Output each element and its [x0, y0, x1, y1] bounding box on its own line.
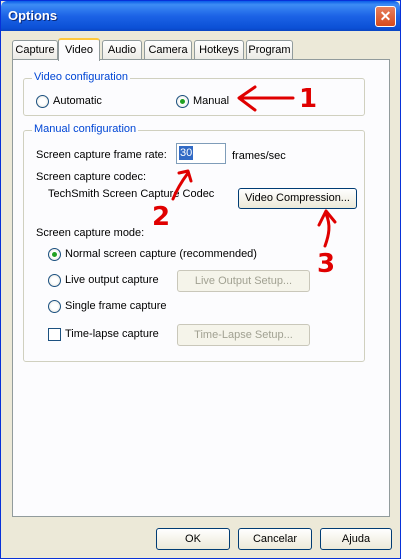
time-lapse-label[interactable]: Time-lapse capture: [65, 328, 159, 340]
tab-camera[interactable]: Camera: [144, 40, 192, 59]
tab-label: Program: [248, 44, 291, 56]
tab-audio[interactable]: Audio: [102, 40, 142, 59]
tab-label: Hotkeys: [199, 44, 239, 56]
annotation-1: 1: [299, 84, 318, 114]
codec-label: Screen capture codec:: [36, 171, 147, 183]
time-lapse-setup-button: Time-Lapse Setup...: [177, 324, 310, 346]
help-button-label: Ajuda: [341, 533, 371, 545]
options-dialog: Options ✕ Capture Video Audio Camera Hot…: [0, 0, 401, 559]
annotation-2: 2: [152, 202, 171, 232]
frame-rate-input[interactable]: 30: [176, 143, 226, 164]
tab-capture[interactable]: Capture: [12, 40, 58, 59]
video-configuration-label: Video configuration: [32, 71, 130, 83]
video-compression-button-label: Video Compression...: [245, 192, 350, 204]
single-frame-capture-radio[interactable]: [48, 300, 61, 313]
live-output-capture-radio[interactable]: [48, 274, 61, 287]
help-button[interactable]: Ajuda: [320, 528, 392, 550]
title-bar[interactable]: Options ✕: [1, 1, 400, 31]
time-lapse-checkbox[interactable]: [48, 328, 61, 341]
single-frame-capture-label[interactable]: Single frame capture: [65, 300, 167, 312]
automatic-label[interactable]: Automatic: [53, 95, 102, 107]
live-output-capture-label[interactable]: Live output capture: [65, 274, 159, 286]
tab-program[interactable]: Program: [246, 40, 293, 59]
automatic-radio[interactable]: [36, 95, 49, 108]
cancel-button-label: Cancelar: [252, 533, 298, 545]
tab-label: Video: [65, 44, 93, 56]
tab-label: Camera: [148, 44, 188, 56]
video-tab-panel: Video configuration Automatic Manual Man…: [12, 59, 390, 517]
manual-radio[interactable]: [176, 95, 189, 108]
time-lapse-setup-button-label: Time-Lapse Setup...: [194, 329, 293, 341]
normal-capture-label[interactable]: Normal screen capture (recommended): [65, 248, 257, 260]
window-title: Options: [8, 8, 58, 23]
frame-rate-value: 30: [179, 146, 194, 160]
cancel-button[interactable]: Cancelar: [238, 528, 312, 550]
frame-rate-unit: frames/sec: [232, 150, 286, 162]
live-output-setup-button-label: Live Output Setup...: [194, 275, 293, 287]
manual-configuration-label: Manual configuration: [32, 123, 139, 135]
capture-mode-label: Screen capture mode:: [36, 227, 145, 239]
close-button[interactable]: ✕: [375, 6, 396, 27]
normal-capture-radio[interactable]: [48, 248, 61, 261]
ok-button[interactable]: OK: [156, 528, 230, 550]
annotation-3: 3: [317, 249, 336, 279]
close-icon: ✕: [379, 8, 392, 24]
frame-rate-label: Screen capture frame rate:: [36, 149, 167, 161]
tab-video[interactable]: Video: [58, 38, 100, 61]
tab-label: Audio: [107, 44, 137, 56]
manual-label[interactable]: Manual: [193, 95, 229, 107]
codec-value: TechSmith Screen Capture Codec: [48, 188, 215, 200]
manual-configuration-group: Manual configuration Screen capture fram…: [23, 123, 365, 362]
video-compression-button[interactable]: Video Compression...: [238, 188, 357, 209]
tab-hotkeys[interactable]: Hotkeys: [194, 40, 244, 59]
live-output-setup-button: Live Output Setup...: [177, 270, 310, 292]
tab-label: Capture: [15, 44, 55, 56]
ok-button-label: OK: [185, 533, 201, 545]
